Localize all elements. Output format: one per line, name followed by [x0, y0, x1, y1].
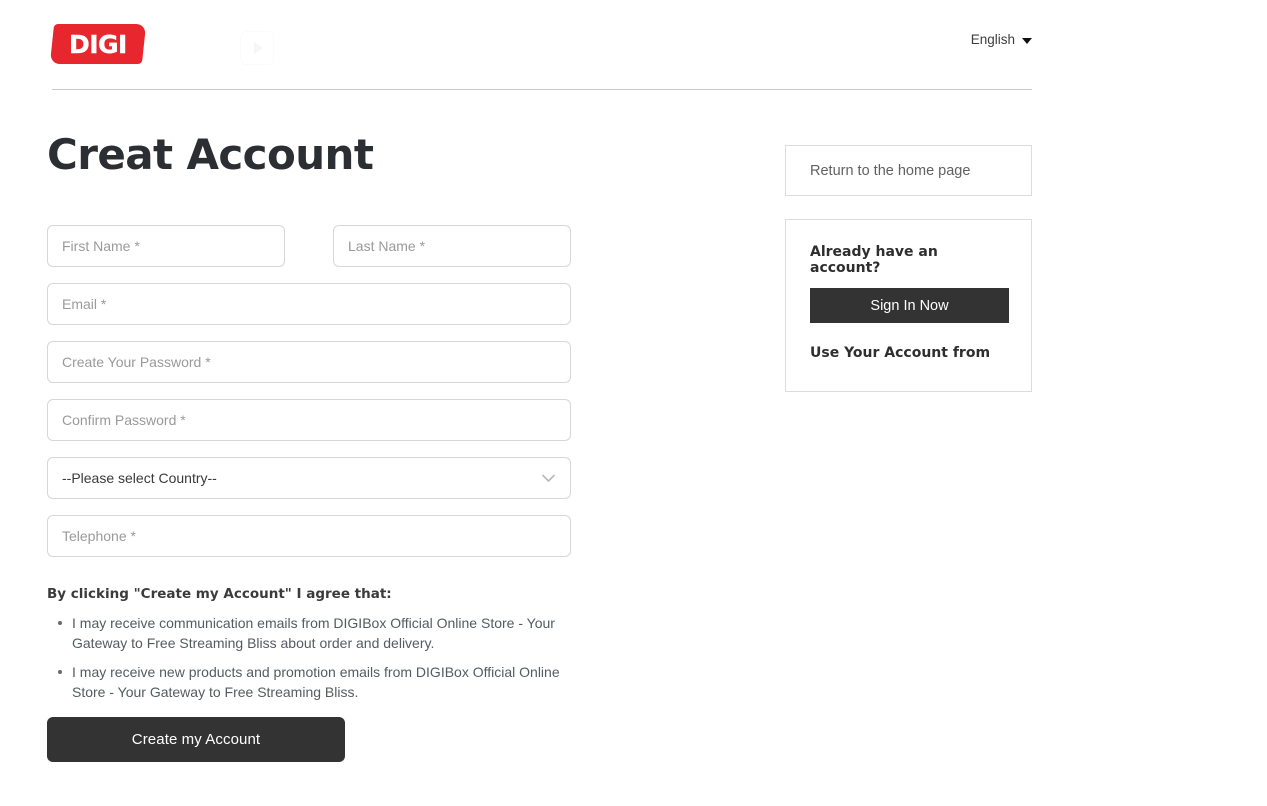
- bullet-icon: [58, 620, 62, 625]
- page-title: Creat Account: [47, 130, 374, 179]
- confirm-password-input[interactable]: [47, 399, 571, 441]
- use-account-from-label: Use Your Account from: [810, 345, 991, 361]
- language-label: English: [970, 32, 1015, 47]
- country-select-value: --Please select Country--: [62, 470, 217, 486]
- return-home-link[interactable]: Return to the home page: [785, 145, 1032, 196]
- name-row: [47, 225, 607, 267]
- digi-logo[interactable]: DIGI: [49, 24, 147, 64]
- header-divider: [52, 89, 1032, 90]
- sidebar: Return to the home page Already have an …: [785, 145, 1032, 392]
- create-password-input[interactable]: [47, 341, 571, 383]
- email-input[interactable]: [47, 283, 571, 325]
- sign-in-now-button[interactable]: Sign In Now: [810, 288, 1009, 323]
- last-name-input[interactable]: [333, 225, 571, 267]
- telephone-input[interactable]: [47, 515, 571, 557]
- agreement-item-text: I may receive new products and promotion…: [72, 663, 560, 700]
- agreement-heading: By clicking "Create my Account" I agree …: [47, 586, 392, 602]
- create-account-button[interactable]: Create my Account: [47, 717, 345, 762]
- logo-inner: DIGI: [69, 29, 127, 59]
- registration-form: --Please select Country--: [47, 225, 607, 573]
- first-name-input[interactable]: [47, 225, 285, 267]
- play-triangle: [254, 42, 263, 54]
- existing-account-panel: Already have an account? Sign In Now Use…: [785, 219, 1032, 392]
- agreement-item-text: I may receive communication emails from …: [72, 614, 555, 651]
- logo-text: DIGI: [69, 29, 127, 59]
- bullet-icon: [58, 669, 62, 674]
- agreement-list: I may receive communication emails from …: [47, 613, 587, 702]
- play-icon: [240, 31, 274, 65]
- page-header: DIGI English: [49, 0, 1032, 90]
- list-item: I may receive communication emails from …: [47, 613, 587, 653]
- country-select-wrapper: --Please select Country--: [47, 457, 571, 499]
- chevron-down-icon: [1022, 37, 1032, 44]
- list-item: I may receive new products and promotion…: [47, 662, 587, 702]
- agreement-section: By clicking "Create my Account" I agree …: [47, 586, 587, 711]
- country-select[interactable]: --Please select Country--: [47, 457, 571, 499]
- existing-account-title: Already have an account?: [810, 244, 938, 276]
- main-heading-area: Creat Account: [47, 130, 607, 179]
- registration-page: DIGI English Creat Account --Please sele…: [0, 0, 1267, 806]
- language-selector[interactable]: English: [971, 32, 1032, 47]
